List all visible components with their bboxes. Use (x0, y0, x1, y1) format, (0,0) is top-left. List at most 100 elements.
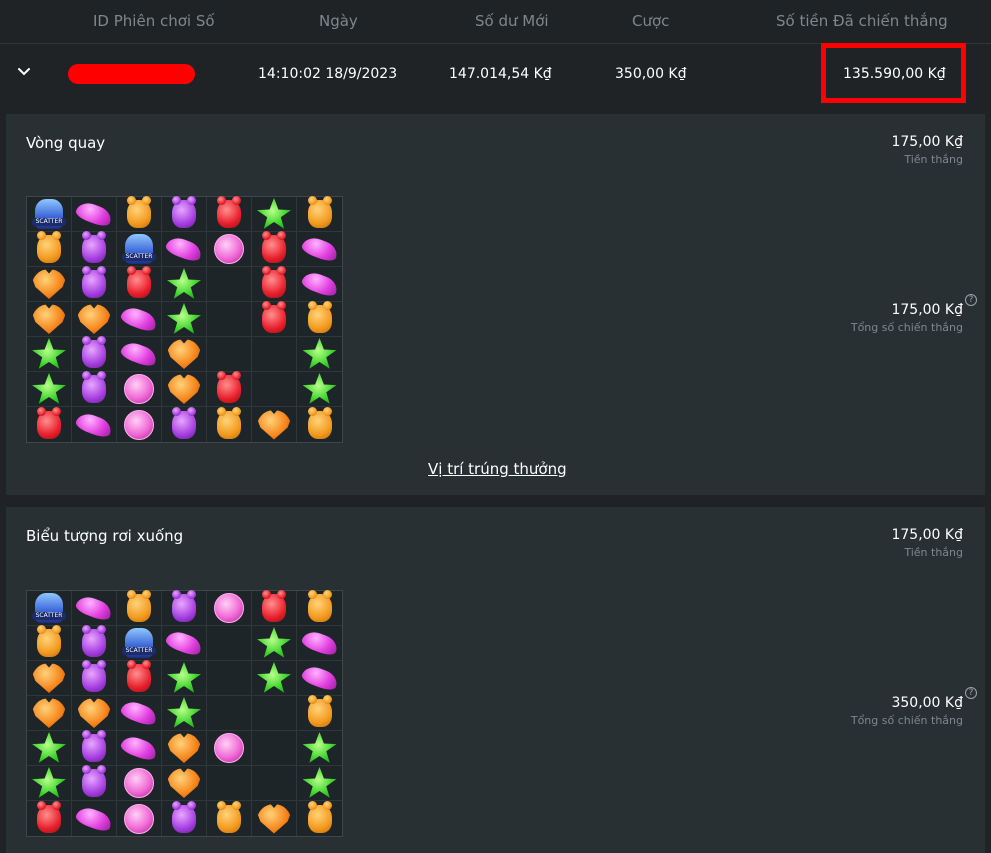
grid-cell (207, 371, 252, 407)
bear-orange-symbol-icon (217, 800, 241, 833)
grid-cell (72, 660, 117, 696)
row-date: 14:10:02 18/9/2023 (258, 66, 398, 82)
heart-symbol-icon (167, 733, 201, 763)
grid-cell (162, 267, 207, 302)
star-symbol-icon (32, 373, 66, 404)
table-row[interactable]: 14:10:02 18/9/2023 147.014,54 K₫ 350,00 … (0, 43, 991, 109)
scatter-symbol-icon (32, 593, 66, 623)
heart-symbol-icon (167, 339, 201, 369)
grid-cell (297, 337, 342, 372)
bear-red-symbol-icon (217, 196, 241, 228)
bear-red-symbol-icon (262, 301, 286, 333)
heart-symbol-icon (257, 804, 291, 834)
grid-cell (117, 731, 162, 766)
bear-purple-symbol-icon (82, 660, 106, 692)
grid-cell (117, 590, 162, 626)
bear-purple-symbol-icon (172, 590, 196, 622)
grid-cell (297, 695, 342, 731)
grid-cell (72, 336, 117, 372)
grid-cell (72, 266, 117, 302)
scatter-symbol-icon (32, 199, 66, 229)
grid-cell (252, 266, 297, 302)
bean-pink-symbol-icon (299, 269, 340, 299)
row-bet: 350,00 K₫ (615, 66, 687, 82)
bean-pink-symbol-icon (164, 628, 204, 658)
heart-symbol-icon (167, 374, 201, 404)
grid-cell (207, 696, 252, 731)
bear-purple-symbol-icon (172, 406, 196, 439)
total-amount: 350,00 K₫ (891, 695, 963, 711)
candy-symbol-icon (214, 733, 244, 763)
grid-cell (117, 626, 162, 661)
grid-cell (297, 731, 342, 766)
bear-purple-symbol-icon (82, 336, 106, 368)
bear-red-symbol-icon (37, 406, 61, 439)
column-date: Ngày (319, 12, 358, 30)
star-symbol-icon (257, 198, 291, 229)
star-symbol-icon (32, 767, 66, 798)
star-symbol-icon (167, 697, 201, 728)
heart-symbol-icon (167, 768, 201, 798)
grid-cell (252, 766, 297, 801)
bear-red-symbol-icon (127, 266, 151, 298)
grid-cell (117, 372, 162, 407)
grid-cell (252, 407, 297, 442)
total-label: Tổng số chiến thắng (850, 714, 963, 727)
heart-symbol-icon (32, 663, 66, 693)
grid-cell (27, 661, 72, 696)
grid-cell (72, 591, 117, 626)
winning-positions-link[interactable]: Vị trí trúng thưởng (428, 460, 567, 478)
grid-cell (297, 626, 342, 661)
win-label: Tiền thắng (904, 546, 963, 559)
grid-cell (162, 626, 207, 661)
grid-cell (117, 232, 162, 267)
bear-red-symbol-icon (262, 231, 286, 263)
grid-cell (72, 765, 117, 801)
bean-pink-symbol-icon (119, 733, 159, 763)
grid-cell (162, 590, 207, 626)
help-icon[interactable]: ? (965, 687, 977, 699)
grid-cell (297, 590, 342, 626)
grid-cell (162, 731, 207, 766)
star-symbol-icon (302, 732, 337, 763)
bear-purple-symbol-icon (82, 625, 106, 657)
grid-cell (162, 232, 207, 267)
grid-cell (162, 696, 207, 731)
bean-pink-symbol-icon (74, 409, 114, 440)
scatter-symbol-icon (122, 234, 156, 264)
grid-cell (252, 590, 297, 626)
grid-cell (117, 766, 162, 801)
grid-cell (297, 232, 342, 267)
help-icon[interactable]: ? (965, 294, 977, 306)
candy-symbol-icon (124, 409, 154, 440)
grid-cell (207, 337, 252, 372)
grid-cell (162, 337, 207, 372)
grid-cell (72, 302, 117, 337)
chevron-down-icon[interactable] (17, 65, 31, 79)
bear-purple-symbol-icon (82, 765, 106, 797)
candy-symbol-icon (214, 234, 244, 264)
bear-purple-symbol-icon (172, 800, 196, 833)
grid-cell (207, 406, 252, 442)
redacted-session-id (68, 64, 195, 84)
grid-cell (27, 302, 72, 337)
bear-orange-symbol-icon (217, 406, 241, 439)
grid-cell (72, 696, 117, 731)
bear-purple-symbol-icon (82, 371, 106, 403)
bean-pink-symbol-icon (74, 803, 114, 834)
row-new-balance: 147.014,54 K₫ (449, 66, 552, 82)
bean-pink-symbol-icon (74, 593, 114, 623)
grid-cell (27, 231, 72, 267)
bear-orange-symbol-icon (307, 301, 332, 333)
bear-orange-symbol-icon (37, 625, 61, 657)
bear-red-symbol-icon (217, 371, 241, 403)
star-symbol-icon (32, 338, 66, 369)
grid-cell (207, 626, 252, 661)
bear-purple-symbol-icon (82, 730, 106, 762)
grid-cell (27, 591, 72, 626)
grid-cell (297, 406, 342, 442)
star-symbol-icon (302, 338, 337, 369)
heart-symbol-icon (32, 698, 66, 728)
bean-pink-symbol-icon (74, 199, 114, 229)
bear-orange-symbol-icon (127, 590, 151, 622)
